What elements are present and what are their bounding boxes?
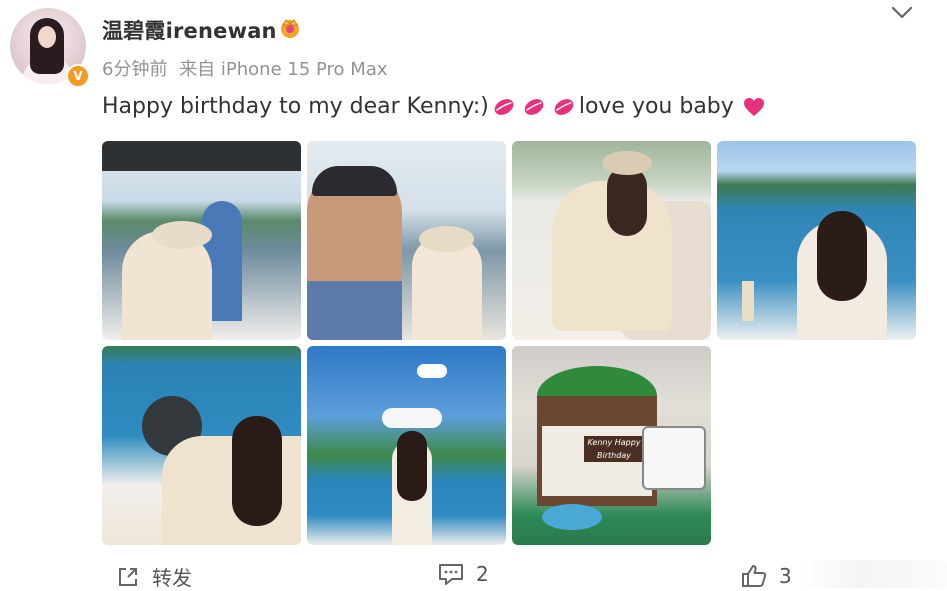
comment-count: 2 xyxy=(476,562,489,586)
hat-shape xyxy=(602,151,652,175)
like-count: 3 xyxy=(779,564,792,588)
lips-icon xyxy=(554,98,574,115)
photo-2[interactable] xyxy=(307,141,506,340)
cloud-shape xyxy=(417,364,447,378)
comment-icon xyxy=(439,564,463,585)
thumbs-up-icon xyxy=(742,565,767,587)
avatar[interactable]: V xyxy=(10,8,90,88)
actions-bar: 转发 2 3 xyxy=(0,560,947,590)
verified-badge-icon: V xyxy=(66,64,90,88)
lips-icon xyxy=(494,98,514,115)
hair-shape xyxy=(817,211,867,301)
cap-shape xyxy=(312,166,397,196)
shirt-shape xyxy=(307,281,402,340)
share-icon xyxy=(119,567,137,586)
like-avatars-fade xyxy=(800,560,947,588)
hair-shape xyxy=(232,416,282,526)
post-text: Happy birthday to my dear Kenny:) love y… xyxy=(102,94,766,119)
photo-5[interactable] xyxy=(102,346,301,545)
post-text-tail: love you baby xyxy=(578,94,734,119)
pond-shape xyxy=(542,504,602,530)
username[interactable]: 温碧霞irenewan xyxy=(102,15,277,45)
cloud-shape xyxy=(382,408,442,428)
like-button[interactable]: 3 xyxy=(741,564,792,588)
hair-shape xyxy=(397,431,427,501)
post-meta: 6分钟前 来自 iPhone 15 Pro Max xyxy=(102,55,388,81)
comment-button[interactable]: 2 xyxy=(438,562,489,586)
avatar-face-shape xyxy=(38,26,56,48)
crown-badge-icon xyxy=(281,19,299,38)
glass-shape xyxy=(742,281,754,321)
photo-4[interactable] xyxy=(717,141,916,340)
photo-3[interactable] xyxy=(512,141,711,340)
hat-shape xyxy=(419,226,474,252)
hair-shape xyxy=(607,166,647,236)
post-source: 来自 iPhone 15 Pro Max xyxy=(179,59,388,80)
yacht-deck-shape xyxy=(102,141,301,171)
post-text-main: Happy birthday to my dear Kenny:) xyxy=(102,94,489,119)
repost-label: 转发 xyxy=(152,566,192,590)
cake-plaque: Kenny Happy Birthday xyxy=(584,436,644,462)
hat-shape xyxy=(152,221,212,249)
lips-icon xyxy=(524,98,544,115)
heart-icon xyxy=(743,97,764,116)
photo-1[interactable] xyxy=(102,141,301,340)
golf-cart-shape xyxy=(642,426,706,490)
chevron-down-icon[interactable] xyxy=(890,4,914,22)
repost-button[interactable]: 转发 xyxy=(116,562,192,591)
photo-7[interactable]: Kenny Happy Birthday xyxy=(512,346,711,545)
post-time[interactable]: 6分钟前 xyxy=(102,59,167,80)
photo-6[interactable] xyxy=(307,346,506,545)
